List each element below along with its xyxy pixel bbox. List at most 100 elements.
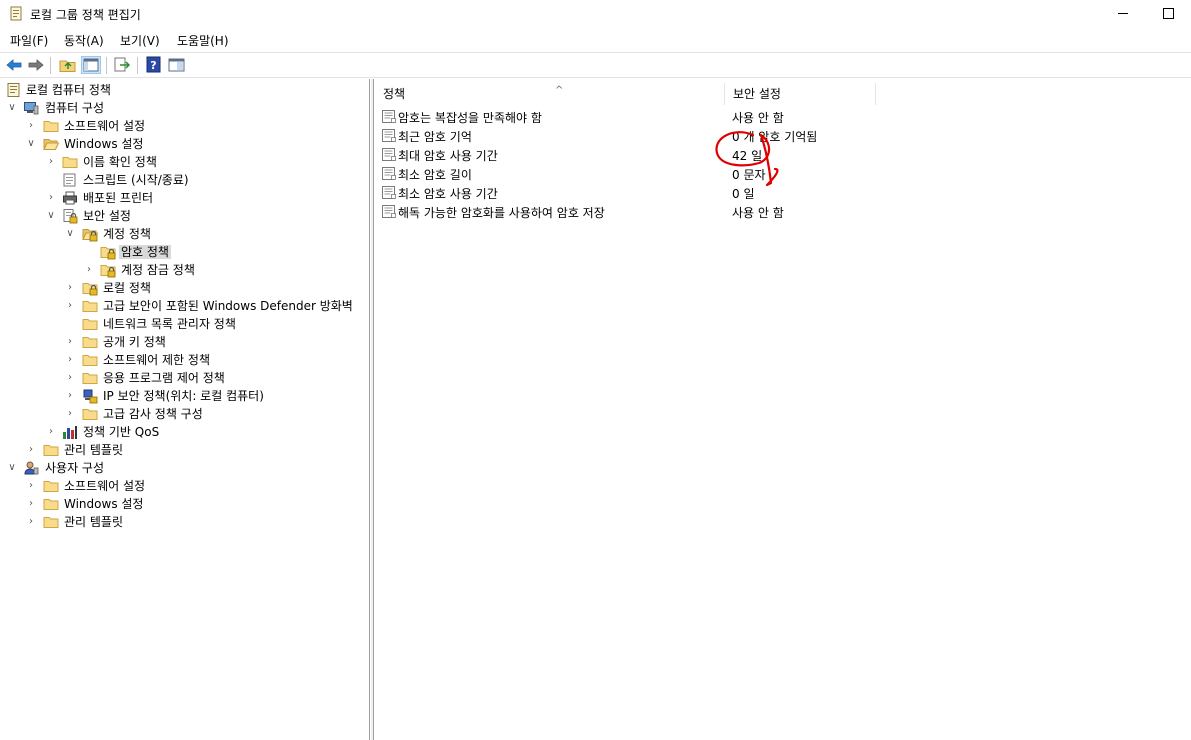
policy-value: 0 개 암호 기억됨 [732, 130, 818, 144]
tree-item-qos[interactable]: › 정책 기반 QoS [0, 423, 369, 441]
tree-item-software-settings[interactable]: › 소프트웨어 설정 [0, 117, 369, 135]
chevron-right-icon[interactable]: › [45, 156, 57, 168]
policy-list: 정책 ^ 보안 설정 암호는 복잡성을 만족해야 함 사용 안 함 최근 암호 … [375, 79, 1191, 740]
column-divider[interactable] [875, 83, 876, 105]
tree-item-password-policy[interactable]: 암호 정책 [0, 243, 369, 261]
minimize-button[interactable] [1100, 0, 1146, 28]
policy-document-icon [7, 83, 20, 97]
policy-setting-icon [381, 146, 397, 162]
chevron-right-icon[interactable]: › [64, 336, 76, 348]
tree-item-admin-templates[interactable]: › 관리 템플릿 [0, 441, 369, 459]
properties-view-icon[interactable] [167, 56, 187, 74]
show-hide-tree-icon[interactable] [81, 56, 101, 74]
tree-label: 관리 템플릿 [64, 515, 124, 529]
tree-label: 공개 키 정책 [103, 335, 166, 349]
policy-name: 최근 암호 기억 [398, 130, 472, 144]
list-item[interactable]: 최대 암호 사용 기간 42 일 [381, 145, 981, 163]
chevron-right-icon[interactable]: › [25, 516, 37, 528]
chevron-right-icon[interactable]: › [64, 354, 76, 366]
back-arrow-icon[interactable] [4, 56, 24, 74]
chevron-right-icon[interactable]: › [64, 408, 76, 420]
tree-item-network-list[interactable]: 네트워크 목록 관리자 정책 [0, 315, 369, 333]
chevron-right-icon[interactable]: › [25, 120, 37, 132]
chevron-down-icon[interactable]: ∨ [6, 462, 18, 474]
column-header-label: 보안 설정 [733, 87, 781, 101]
window-title: 로컬 그룹 정책 편집기 [30, 8, 141, 22]
chevron-right-icon[interactable]: › [64, 282, 76, 294]
list-item[interactable]: 해독 가능한 암호화를 사용하여 암호 저장 사용 안 함 [381, 202, 981, 220]
chevron-right-icon[interactable]: › [83, 264, 95, 276]
folder-icon [43, 514, 59, 530]
tree-item-user-software-settings[interactable]: › 소프트웨어 설정 [0, 477, 369, 495]
tree-item-account-policies[interactable]: ∨ 계정 정책 [0, 225, 369, 243]
tree-item-user-config[interactable]: ∨ 사용자 구성 [0, 459, 369, 477]
maximize-button[interactable] [1145, 0, 1191, 28]
tree-label: 관리 템플릿 [64, 443, 124, 457]
column-header-setting[interactable]: 보안 설정 [733, 85, 873, 105]
tree-label: 로컬 정책 [103, 281, 151, 295]
export-list-icon[interactable] [112, 56, 132, 74]
list-item[interactable]: 최소 암호 사용 기간 0 일 [381, 183, 981, 201]
locked-folder-icon [100, 262, 116, 278]
policy-setting-icon [381, 184, 397, 200]
chevron-down-icon[interactable]: ∨ [25, 138, 37, 150]
chevron-right-icon[interactable]: › [64, 300, 76, 312]
pane-splitter[interactable] [371, 79, 374, 740]
folder-icon [82, 334, 98, 350]
tree-item-security-settings[interactable]: ∨ 보안 설정 [0, 207, 369, 225]
up-folder-icon[interactable] [58, 56, 78, 74]
chevron-right-icon[interactable]: › [64, 372, 76, 384]
tree-item-user-admin-templates[interactable]: › 관리 템플릿 [0, 513, 369, 531]
policy-value: 0 일 [732, 187, 755, 201]
tree-item-public-key[interactable]: › 공개 키 정책 [0, 333, 369, 351]
forward-arrow-icon[interactable] [26, 56, 46, 74]
tree-item-user-windows-settings[interactable]: › Windows 설정 [0, 495, 369, 513]
column-header-policy[interactable]: 정책 ^ [383, 85, 723, 105]
chevron-down-icon[interactable]: ∨ [6, 102, 18, 114]
menu-action[interactable]: 동작(A) [64, 32, 104, 49]
chevron-right-icon[interactable]: › [64, 390, 76, 402]
tree-label: 로컬 컴퓨터 정책 [26, 83, 111, 97]
tree-item-software-restriction[interactable]: › 소프트웨어 제한 정책 [0, 351, 369, 369]
tree-item-app-control[interactable]: › 응용 프로그램 제어 정책 [0, 369, 369, 387]
tree-item-account-lockout[interactable]: › 계정 잠금 정책 [0, 261, 369, 279]
tree-item-advanced-audit[interactable]: › 고급 감사 정책 구성 [0, 405, 369, 423]
list-item[interactable]: 암호는 복잡성을 만족해야 함 사용 안 함 [381, 107, 981, 125]
column-divider[interactable] [724, 83, 725, 105]
chevron-down-icon[interactable]: ∨ [45, 210, 57, 222]
tree-item-defender-firewall[interactable]: › 고급 보안이 포함된 Windows Defender 방화벽 [0, 297, 369, 315]
tree-label: 보안 설정 [83, 209, 131, 223]
folder-icon [43, 118, 59, 134]
menu-file[interactable]: 파일(F) [10, 32, 48, 49]
computer-icon [24, 102, 39, 115]
policy-value: 42 일 [732, 149, 763, 163]
tree-item-local-computer-policy[interactable]: 로컬 컴퓨터 정책 [0, 81, 369, 99]
tree-item-windows-settings[interactable]: ∨ Windows 설정 [0, 135, 369, 153]
folder-icon [43, 496, 59, 512]
tree-item-name-resolution[interactable]: › 이름 확인 정책 [0, 153, 369, 171]
ip-security-icon [83, 389, 98, 404]
tree-item-deployed-printers[interactable]: › 배포된 프린터 [0, 189, 369, 207]
security-settings-icon [63, 209, 78, 224]
tree-item-ip-security[interactable]: › IP 보안 정책(위치: 로컬 컴퓨터) [0, 387, 369, 405]
chevron-right-icon[interactable]: › [25, 444, 37, 456]
tree-item-scripts[interactable]: 스크립트 (시작/종료) [0, 171, 369, 189]
chevron-right-icon[interactable]: › [25, 498, 37, 510]
tree-label: 계정 잠금 정책 [121, 263, 195, 277]
policy-name: 최소 암호 사용 기간 [398, 187, 498, 201]
toolbar-separator [50, 57, 51, 74]
chevron-right-icon[interactable]: › [45, 426, 57, 438]
tree-item-computer-config[interactable]: ∨ 컴퓨터 구성 [0, 99, 369, 117]
menu-help[interactable]: 도움말(H) [177, 32, 229, 49]
menu-view[interactable]: 보기(V) [120, 32, 160, 49]
tree-item-local-policies[interactable]: › 로컬 정책 [0, 279, 369, 297]
list-item[interactable]: 최소 암호 길이 0 문자 [381, 164, 981, 182]
sort-ascending-icon: ^ [555, 85, 564, 96]
help-icon[interactable]: ? [144, 56, 164, 74]
chevron-right-icon[interactable]: › [25, 480, 37, 492]
chevron-down-icon[interactable]: ∨ [64, 228, 76, 240]
list-item[interactable]: 최근 암호 기억 0 개 암호 기억됨 [381, 126, 981, 144]
chevron-right-icon[interactable]: › [45, 192, 57, 204]
folder-icon [62, 154, 78, 170]
folder-icon [82, 352, 98, 368]
